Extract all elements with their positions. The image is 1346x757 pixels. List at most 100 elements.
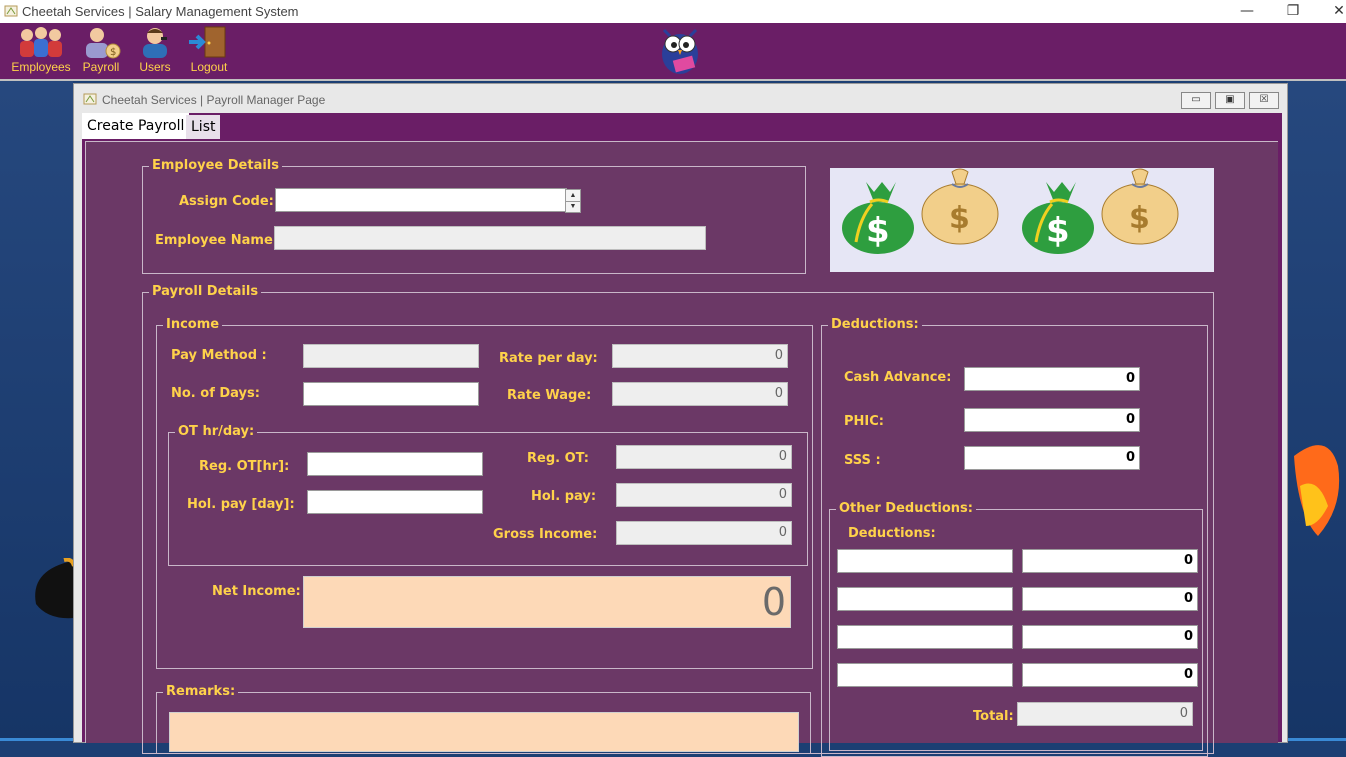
reg-ot-label: Reg. OT: [527,451,590,466]
window-titlebar: Cheetah Services | Salary Management Sys… [0,0,1346,23]
tab-bar: Create Payroll List [82,113,1282,139]
minimize-icon[interactable]: — [1232,2,1262,20]
hol-pay-field[interactable]: 0 [616,483,792,507]
main-toolbar: Employees $ Payroll Users Logout [0,23,1346,81]
rate-per-day-field[interactable]: 0 [612,344,788,368]
reg-ot-hr-field[interactable] [307,452,483,476]
rate-wage-label: Rate Wage: [507,388,592,403]
phic-label: PHIC: [844,414,884,429]
minimize-icon[interactable]: ▭ [1181,92,1211,109]
payroll-manager-window: Cheetah Services | Payroll Manager Page … [73,83,1288,757]
spinner-down-icon[interactable]: ▼ [566,202,580,212]
reg-ot-hr-label: Reg. OT[hr]: [199,459,290,474]
deduction-name-field[interactable] [837,549,1013,573]
svg-text:$: $ [949,201,970,236]
payroll-label: Payroll [82,60,120,74]
employee-details-legend: Employee Details [149,158,282,173]
deduction-name-field[interactable] [837,663,1013,687]
money-bags-image: $ $ $ $ [830,168,1214,272]
inner-window-titlebar: Cheetah Services | Payroll Manager Page … [74,84,1287,112]
sss-label: SSS : [844,453,881,468]
assign-code-spinner[interactable] [275,188,567,212]
other-deductions-legend: Other Deductions: [836,501,976,516]
employee-name-label: Employee Name: [155,233,278,248]
income-group: Income Pay Method : Rate per day: 0 No. … [156,317,813,669]
rate-wage-field[interactable]: 0 [612,382,788,406]
restore-icon[interactable]: ❐ [1278,2,1308,20]
cash-advance-field[interactable]: 0 [964,367,1140,391]
deduction-amount-field[interactable]: 0 [1022,663,1198,687]
svg-text:$: $ [1129,201,1150,236]
deduction-name-field[interactable] [837,587,1013,611]
employee-name-field[interactable] [274,226,706,250]
users-label: Users [139,60,171,74]
no-of-days-field[interactable] [303,382,479,406]
hol-pay-day-label: Hol. pay [day]: [187,497,295,512]
other-deductions-sub-label: Deductions: [848,526,936,541]
desktop-decoration-icon [1294,445,1340,536]
net-income-field[interactable]: 0 [303,576,791,628]
logout-button[interactable]: Logout [184,23,234,79]
deduction-name-field[interactable] [837,625,1013,649]
logout-label: Logout [190,60,228,74]
gross-income-label: Gross Income: [493,527,598,542]
close-icon[interactable]: ☒ [1249,92,1279,109]
pay-method-field[interactable] [303,344,479,368]
desktop-background-left [0,81,73,741]
payroll-icon: $ [86,28,121,59]
other-deductions-group: Other Deductions: Deductions: 0 0 0 0 To… [829,501,1203,751]
payroll-details-legend: Payroll Details [149,284,262,299]
spinner-up-icon[interactable]: ▲ [566,190,580,202]
sss-field[interactable]: 0 [964,446,1140,470]
income-legend: Income [163,317,223,332]
employee-details-group: Employee Details Assign Code: ▲ ▼ Employ… [142,158,806,274]
rate-per-day-label: Rate per day: [499,351,598,366]
deduction-amount-field[interactable]: 0 [1022,587,1198,611]
employees-icon [20,27,62,57]
inner-window-title: Cheetah Services | Payroll Manager Page [102,93,326,107]
total-label: Total: [973,709,1014,724]
owl-logo-icon [662,28,698,74]
maximize-icon[interactable]: ▣ [1215,92,1245,109]
assign-code-spinner-buttons: ▲ ▼ [565,189,581,213]
app-icon [83,93,97,105]
window-title: Cheetah Services | Salary Management Sys… [22,4,299,19]
ot-group: OT hr/day: Reg. OT[hr]: Reg. OT: 0 Hol. … [168,424,808,566]
ot-legend: OT hr/day: [175,424,258,439]
remarks-textarea[interactable] [169,712,799,752]
employees-label: Employees [11,60,71,74]
remarks-legend: Remarks: [163,684,239,699]
create-payroll-panel: Employee Details Assign Code: ▲ ▼ Employ… [82,139,1282,757]
desktop-decoration-icon [35,558,74,619]
hol-pay-day-field[interactable] [307,490,483,514]
logout-icon [189,26,226,58]
hol-pay-label: Hol. pay: [531,489,597,504]
net-income-label: Net Income: [212,584,301,599]
form-area: Employee Details Assign Code: ▲ ▼ Employ… [85,141,1278,757]
app-icon [4,5,18,17]
tab-list[interactable]: List [186,115,221,139]
pay-method-label: Pay Method : [171,348,267,363]
desktop-background-right [1287,81,1346,741]
reg-ot-field[interactable]: 0 [616,445,792,469]
users-icon [143,28,167,58]
deductions-group: Deductions: Cash Advance: 0 PHIC: 0 SSS … [821,317,1208,757]
close-icon[interactable]: ✕ [1324,2,1346,20]
phic-field[interactable]: 0 [964,408,1140,432]
svg-text:$: $ [110,47,116,58]
users-button[interactable]: Users [130,23,180,79]
svg-text:$: $ [866,211,890,251]
cash-advance-label: Cash Advance: [844,370,952,385]
no-of-days-label: No. of Days: [171,386,260,401]
assign-code-label: Assign Code: [179,194,274,209]
total-field[interactable]: 0 [1017,702,1193,726]
gross-income-field[interactable]: 0 [616,521,792,545]
tab-create-payroll[interactable]: Create Payroll [82,113,190,139]
deductions-legend: Deductions: [828,317,922,332]
deduction-amount-field[interactable]: 0 [1022,549,1198,573]
employees-button[interactable]: Employees [8,23,74,79]
deduction-amount-field[interactable]: 0 [1022,625,1198,649]
svg-text:$: $ [1046,211,1070,251]
payroll-button[interactable]: $ Payroll [76,23,126,79]
money-bags-icon: $ $ $ $ [842,168,1179,254]
